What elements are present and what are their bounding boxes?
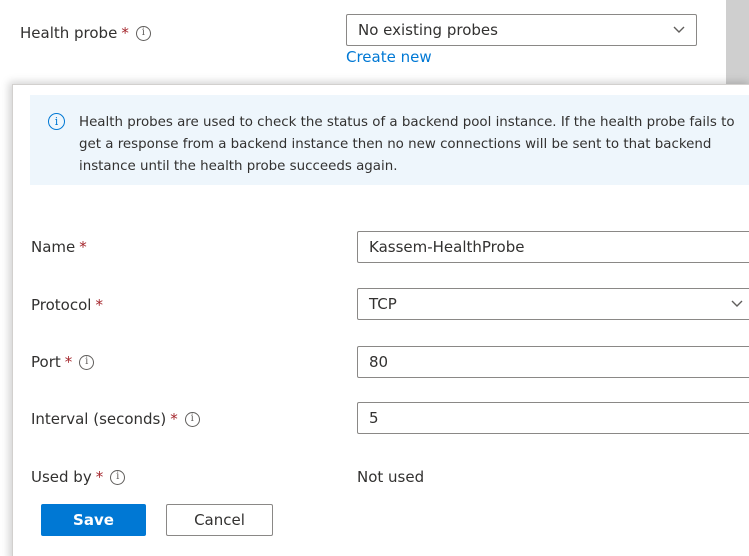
save-button[interactable]: Save: [41, 504, 146, 536]
health-probe-select[interactable]: No existing probes: [346, 14, 697, 46]
required-mark: *: [64, 353, 73, 371]
chevron-down-icon: [731, 300, 743, 307]
used-by-label: Used by: [31, 468, 92, 486]
interval-label: Interval (seconds): [31, 410, 167, 428]
used-by-value: Not used: [357, 468, 425, 486]
info-bar: i Health probes are used to check the st…: [30, 95, 749, 185]
name-value: Kassem-HealthProbe: [369, 238, 525, 256]
protocol-value: TCP: [369, 295, 397, 313]
name-label: Name: [31, 238, 76, 256]
info-circle-icon: i: [48, 113, 65, 130]
chevron-down-icon: [673, 26, 685, 33]
used-by-label-row: Used by * i: [31, 468, 126, 486]
protocol-label: Protocol: [31, 296, 92, 314]
port-value: 80: [369, 353, 389, 371]
port-field[interactable]: 80: [357, 346, 749, 378]
required-mark: *: [95, 468, 104, 486]
cancel-button[interactable]: Cancel: [166, 504, 273, 536]
interval-label-row: Interval (seconds) * i: [31, 410, 200, 428]
scrollbar[interactable]: [726, 0, 749, 96]
info-message: Health probes are used to check the stat…: [79, 115, 735, 174]
interval-value: 5: [369, 409, 379, 427]
health-probe-label-row: Health probe * i: [20, 24, 151, 42]
health-probe-label: Health probe: [20, 24, 118, 42]
info-icon[interactable]: i: [135, 25, 151, 41]
required-mark: *: [95, 296, 103, 314]
required-mark: *: [170, 410, 178, 428]
required-mark: *: [121, 24, 129, 42]
info-icon[interactable]: i: [79, 354, 95, 370]
create-health-probe-panel: i Health probes are used to check the st…: [12, 84, 749, 556]
name-label-row: Name *: [31, 238, 87, 256]
info-icon[interactable]: i: [110, 469, 126, 485]
health-probe-selected-value: No existing probes: [358, 21, 498, 39]
required-mark: *: [79, 238, 87, 256]
info-icon[interactable]: i: [184, 411, 200, 427]
port-label: Port: [31, 353, 61, 371]
create-new-link[interactable]: Create new: [346, 48, 432, 66]
name-field[interactable]: Kassem-HealthProbe: [357, 231, 749, 263]
protocol-label-row: Protocol *: [31, 296, 103, 314]
interval-field[interactable]: 5: [357, 402, 749, 434]
port-label-row: Port * i: [31, 353, 95, 371]
protocol-select[interactable]: TCP: [357, 288, 749, 320]
